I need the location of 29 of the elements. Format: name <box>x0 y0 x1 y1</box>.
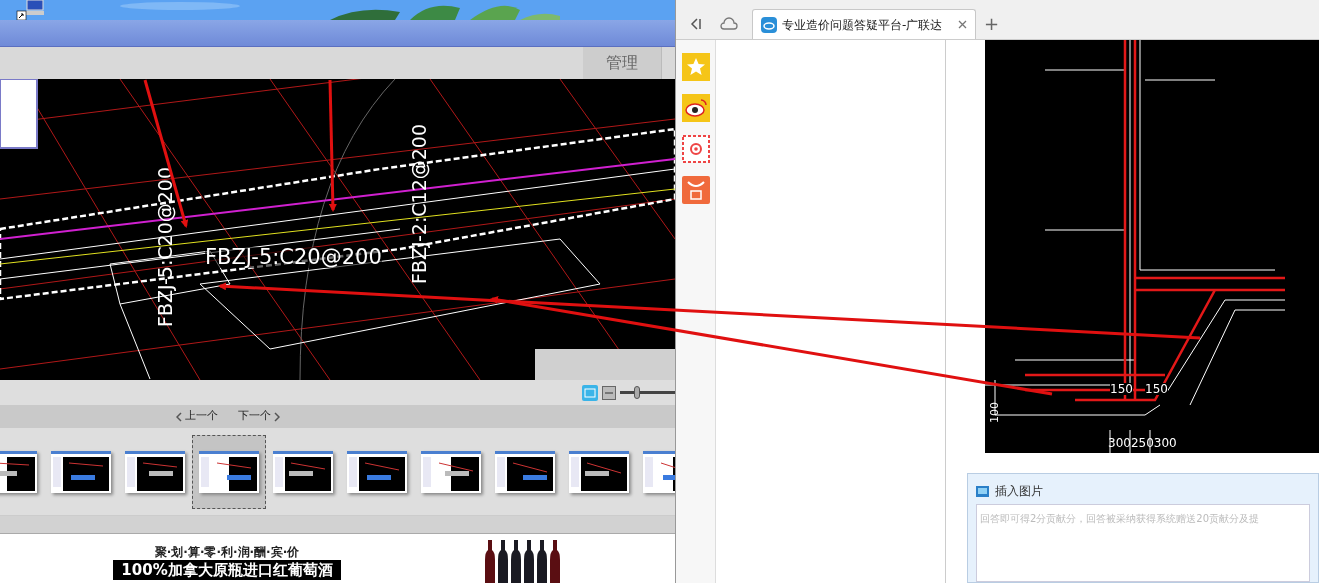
dimension-label: 100 <box>989 402 1000 423</box>
thumbnail[interactable] <box>192 434 266 509</box>
new-tab-button[interactable]: + <box>984 15 1000 33</box>
cad-label: FBZJ-5:C20@200 <box>205 247 382 268</box>
dimension-label: 150 <box>1145 383 1168 395</box>
site-icon <box>761 16 777 33</box>
next-link[interactable]: 下一个 <box>238 408 280 425</box>
zoom-out-icon[interactable] <box>602 385 616 400</box>
zoom-slider[interactable] <box>620 385 675 400</box>
dimension-label: 300250300 <box>1108 437 1177 449</box>
ad-headline: 100%加拿大原瓶进口红葡萄酒 <box>113 560 341 580</box>
slider-thumb[interactable] <box>633 386 640 399</box>
eye-icon[interactable] <box>681 94 710 122</box>
computer-icon[interactable] <box>13 0 45 20</box>
cad-label: FBZJ-5:C20@200 <box>156 167 175 327</box>
dimension-label: 150 <box>1110 383 1133 395</box>
previous-link[interactable]: 上一个 <box>176 408 218 425</box>
manage-button[interactable]: 管理 <box>583 47 662 79</box>
cad-label: FBZJ-2:C12@200 <box>410 124 429 284</box>
ad-tagline: 聚·划·算·零·利·润·酬·宾·价 <box>154 546 300 558</box>
chevron-right-icon <box>274 411 280 422</box>
back-icon[interactable] <box>690 17 702 31</box>
browser-tab[interactable]: 专业造价问题答疑平台-广联达 <box>752 9 976 39</box>
tab-title: 专业造价问题答疑平台-广联达 <box>782 16 943 34</box>
image-icon[interactable] <box>976 485 989 497</box>
close-icon[interactable] <box>958 20 967 29</box>
insert-image-button[interactable]: 插入图片 <box>995 482 1043 500</box>
cloud-icon[interactable] <box>720 17 738 31</box>
chevron-left-icon <box>176 411 182 422</box>
